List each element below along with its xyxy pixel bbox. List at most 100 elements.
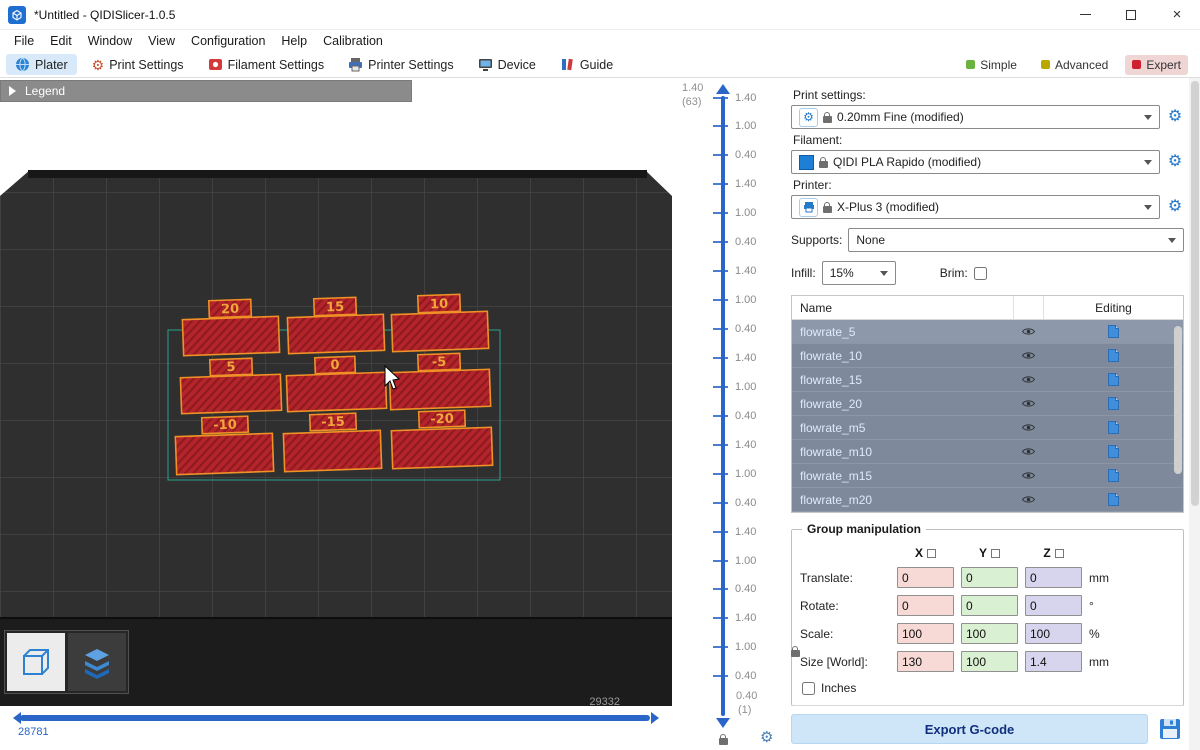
- edit-object-icon[interactable]: [1043, 445, 1183, 458]
- visibility-eye-icon[interactable]: [1013, 495, 1043, 504]
- layer-tick[interactable]: 0.40: [713, 150, 756, 161]
- manipulation-x-input[interactable]: [897, 623, 954, 644]
- object-list-row[interactable]: flowrate_m10: [792, 440, 1183, 464]
- object-list-row[interactable]: flowrate_m5: [792, 416, 1183, 440]
- mode-advanced[interactable]: Advanced: [1034, 55, 1115, 75]
- manipulation-x-input[interactable]: [897, 567, 954, 588]
- layer-tick[interactable]: 1.40: [713, 526, 756, 537]
- menu-item[interactable]: Edit: [42, 32, 80, 50]
- tab-print-settings[interactable]: ⚙ Print Settings: [83, 55, 193, 75]
- edit-object-icon[interactable]: [1043, 349, 1183, 362]
- tab-printer-settings[interactable]: Printer Settings: [339, 54, 462, 75]
- edit-object-icon[interactable]: [1043, 421, 1183, 434]
- uniform-scale-lock-icon[interactable]: [791, 650, 800, 657]
- layer-tick[interactable]: 0.40: [713, 497, 756, 508]
- layer-tick[interactable]: 0.40: [713, 584, 756, 595]
- manipulation-x-input[interactable]: [897, 595, 954, 616]
- visibility-eye-icon[interactable]: [1013, 375, 1043, 384]
- printer-combo[interactable]: X-Plus 3 (modified): [791, 195, 1160, 219]
- mode-expert[interactable]: Expert: [1125, 55, 1188, 75]
- sidebar-scrollbar-thumb[interactable]: [1191, 81, 1199, 506]
- object-name[interactable]: flowrate_20: [792, 397, 1013, 411]
- tab-guide[interactable]: Guide: [551, 54, 622, 75]
- layer-tick[interactable]: 1.40: [713, 266, 756, 277]
- filament-combo[interactable]: QIDI PLA Rapido (modified): [791, 150, 1160, 174]
- layer-tick[interactable]: 0.40: [713, 237, 756, 248]
- layer-tick[interactable]: 1.00: [713, 121, 756, 132]
- manipulation-y-input[interactable]: [961, 651, 1018, 672]
- close-button[interactable]: ×: [1154, 0, 1200, 29]
- layer-tick[interactable]: 1.40: [713, 179, 756, 190]
- manipulation-y-input[interactable]: [961, 595, 1018, 616]
- layer-tick[interactable]: 1.40: [713, 92, 756, 103]
- tab-plater[interactable]: Plater: [6, 54, 77, 75]
- object-list-row[interactable]: flowrate_20: [792, 392, 1183, 416]
- manipulation-y-input[interactable]: [961, 623, 1018, 644]
- layer-tick[interactable]: 1.00: [713, 468, 756, 479]
- printer-gear-button[interactable]: ⚙: [1166, 199, 1184, 215]
- menu-item[interactable]: View: [140, 32, 183, 50]
- manipulation-z-input[interactable]: [1025, 651, 1082, 672]
- manipulation-z-input[interactable]: [1025, 623, 1082, 644]
- object-name[interactable]: flowrate_10: [792, 349, 1013, 363]
- minimize-button[interactable]: [1062, 0, 1108, 29]
- menu-item[interactable]: Window: [80, 32, 140, 50]
- manipulation-x-input[interactable]: [897, 651, 954, 672]
- 3d-view-button[interactable]: [7, 633, 65, 691]
- manipulation-z-input[interactable]: [1025, 595, 1082, 616]
- layer-tick[interactable]: 0.40: [713, 410, 756, 421]
- layer-tick[interactable]: 0.40: [713, 671, 756, 682]
- layer-tick[interactable]: 1.00: [713, 295, 756, 306]
- inches-checkbox[interactable]: [802, 682, 815, 695]
- layers-view-button[interactable]: [68, 633, 126, 691]
- move-slider-bar[interactable]: [20, 715, 650, 721]
- maximize-button[interactable]: [1108, 0, 1154, 29]
- menu-item[interactable]: Configuration: [183, 32, 273, 50]
- object-name[interactable]: flowrate_m15: [792, 469, 1013, 483]
- menu-item[interactable]: Calibration: [315, 32, 391, 50]
- edit-object-icon[interactable]: [1043, 469, 1183, 482]
- layer-settings-gear-icon[interactable]: ⚙: [760, 728, 773, 746]
- supports-combo[interactable]: None: [848, 228, 1184, 252]
- visibility-eye-icon[interactable]: [1013, 471, 1043, 480]
- move-slider-left-arrow[interactable]: [13, 712, 21, 724]
- manipulation-y-input[interactable]: [961, 567, 1018, 588]
- export-to-sd-button[interactable]: [1156, 714, 1184, 744]
- edit-object-icon[interactable]: [1043, 397, 1183, 410]
- object-list-row[interactable]: flowrate_m15: [792, 464, 1183, 488]
- filament-gear-button[interactable]: ⚙: [1166, 154, 1184, 170]
- visibility-eye-icon[interactable]: [1013, 327, 1043, 336]
- menu-item[interactable]: Help: [273, 32, 315, 50]
- object-name[interactable]: flowrate_15: [792, 373, 1013, 387]
- object-name[interactable]: flowrate_m5: [792, 421, 1013, 435]
- editing-column-header[interactable]: Editing: [1043, 296, 1183, 319]
- object-list-row[interactable]: flowrate_10: [792, 344, 1183, 368]
- visibility-eye-icon[interactable]: [1013, 447, 1043, 456]
- visibility-eye-icon[interactable]: [1013, 399, 1043, 408]
- object-list-row[interactable]: flowrate_m20: [792, 488, 1183, 512]
- tab-device[interactable]: Device: [469, 54, 545, 75]
- edit-object-icon[interactable]: [1043, 325, 1183, 338]
- object-name[interactable]: flowrate_5: [792, 325, 1013, 339]
- sidebar-scrollbar[interactable]: [1189, 78, 1200, 750]
- manipulation-z-input[interactable]: [1025, 567, 1082, 588]
- horizontal-move-slider[interactable]: 29332 28781: [16, 698, 660, 740]
- object-list-row[interactable]: flowrate_5: [792, 320, 1183, 344]
- mode-simple[interactable]: Simple: [959, 55, 1024, 75]
- infill-combo[interactable]: 15%: [822, 261, 896, 285]
- layer-tick[interactable]: 1.00: [713, 642, 756, 653]
- 3d-viewport[interactable]: 20 15 10 5 0: [0, 78, 672, 750]
- layer-lock-icon[interactable]: [719, 738, 728, 745]
- object-name[interactable]: flowrate_m20: [792, 493, 1013, 507]
- legend-bar[interactable]: Legend: [0, 80, 412, 102]
- brim-checkbox[interactable]: [974, 267, 987, 280]
- move-slider-right-arrow[interactable]: [651, 712, 659, 724]
- layer-tick[interactable]: 1.00: [713, 381, 756, 392]
- export-gcode-button[interactable]: Export G-code: [791, 714, 1148, 744]
- layer-tick[interactable]: 1.00: [713, 208, 756, 219]
- menu-item[interactable]: File: [6, 32, 42, 50]
- layer-tick[interactable]: 1.00: [713, 555, 756, 566]
- layer-tick[interactable]: 1.40: [713, 613, 756, 624]
- visibility-eye-icon[interactable]: [1013, 351, 1043, 360]
- layer-tick[interactable]: 0.40: [713, 324, 756, 335]
